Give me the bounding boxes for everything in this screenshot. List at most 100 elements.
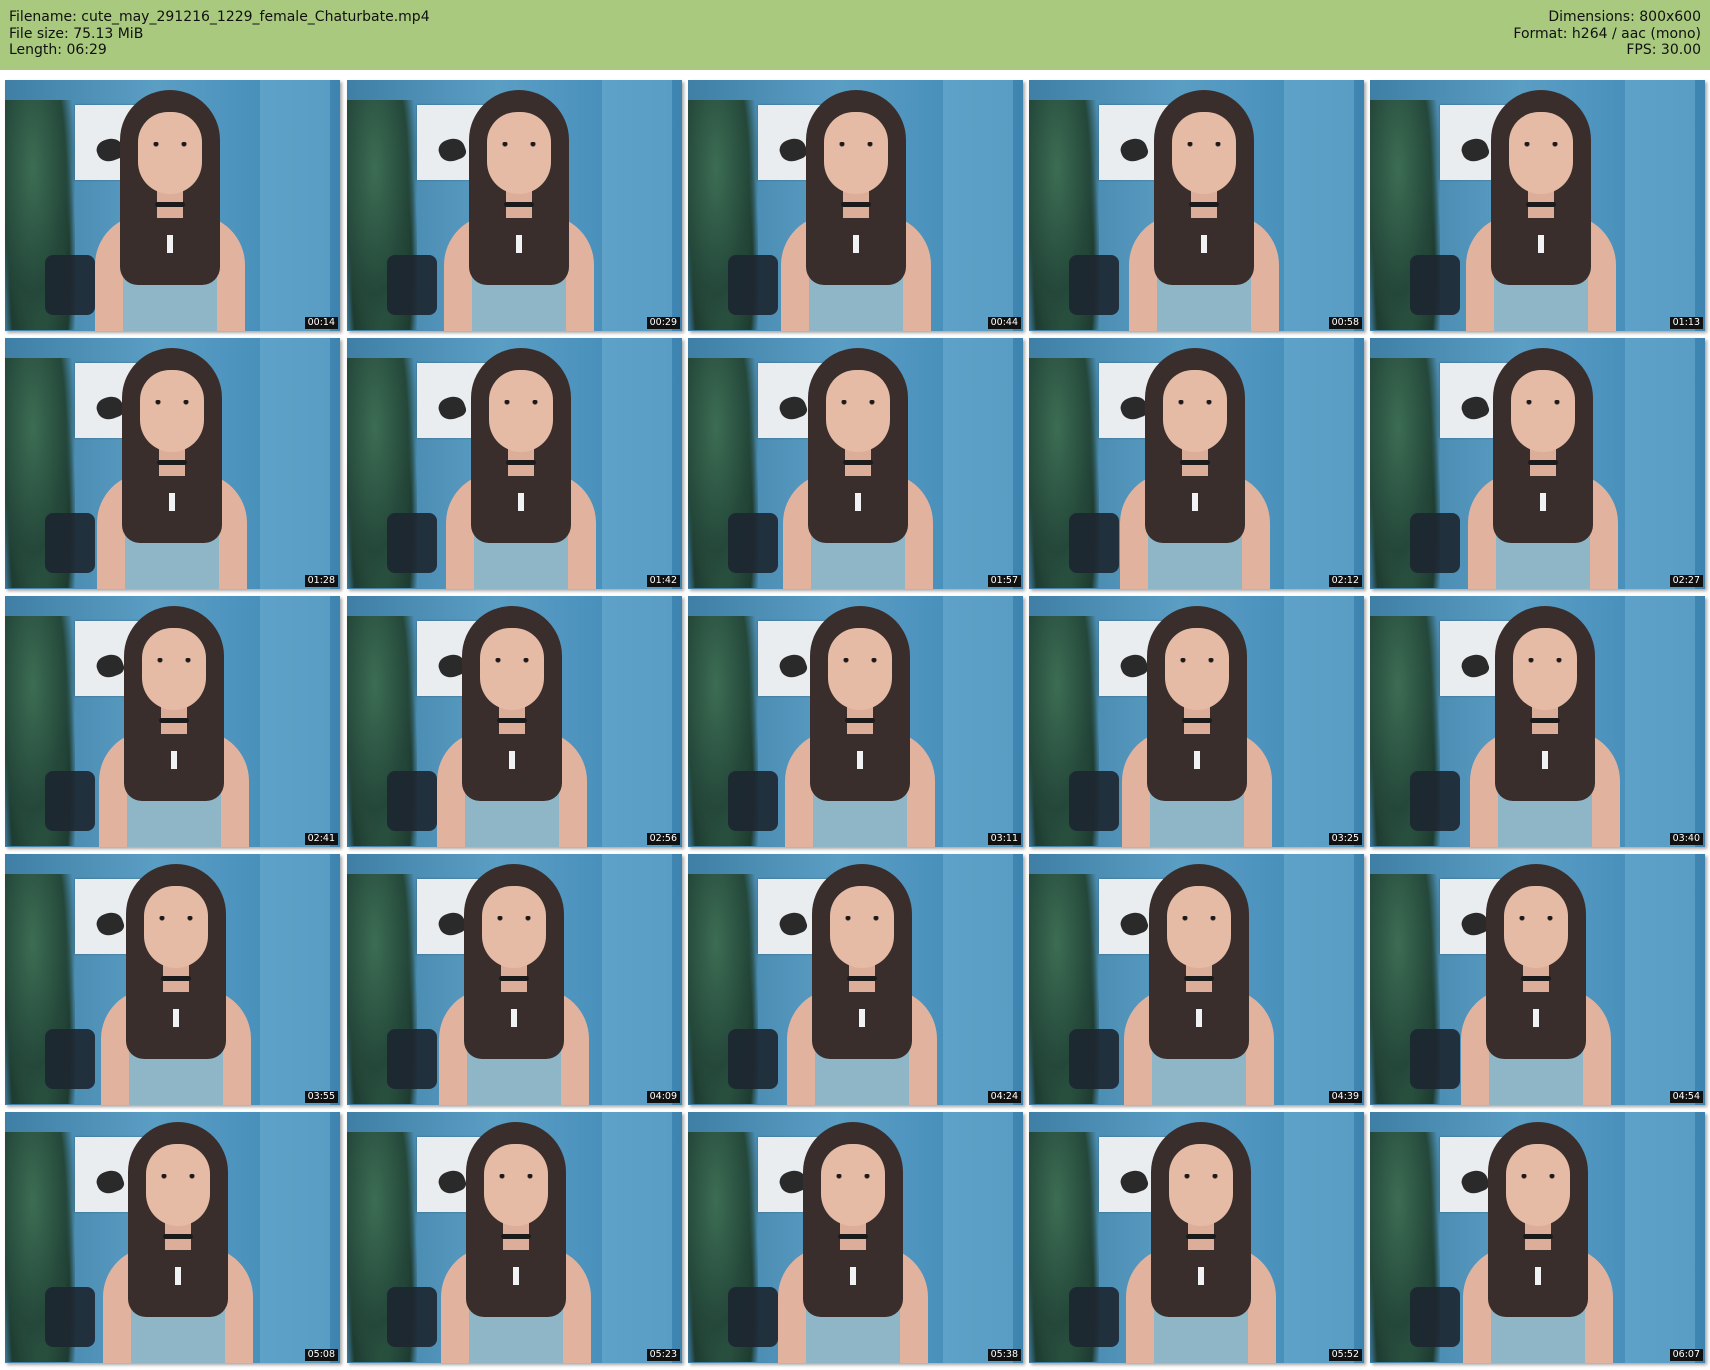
face-shape (830, 886, 894, 968)
timestamp-label: 00:14 (304, 317, 338, 329)
person-silhouette (1129, 90, 1279, 331)
thumbnail-frame: 01:42 (347, 338, 682, 589)
person-silhouette (1461, 864, 1611, 1105)
pendant-shape (1533, 1009, 1539, 1027)
chair-shape (728, 255, 778, 315)
eyes-shape (158, 1174, 198, 1179)
timestamp-label: 05:23 (646, 1349, 680, 1361)
pendant-shape (516, 235, 522, 253)
pendant-shape (509, 751, 515, 769)
pendant-shape (1538, 235, 1544, 253)
chair-shape (1069, 771, 1119, 831)
chair-shape (387, 1287, 437, 1347)
timestamp-label: 03:11 (987, 833, 1021, 845)
frame-wall-strip (1625, 854, 1695, 1105)
eyes-shape (840, 658, 880, 663)
eyes-shape (1181, 1174, 1221, 1179)
person-silhouette (785, 606, 935, 847)
chair-shape (728, 513, 778, 573)
thumbnail-frame: 00:44 (688, 80, 1023, 331)
timestamp-label: 03:55 (304, 1091, 338, 1103)
pendant-shape (857, 751, 863, 769)
chair-shape (45, 513, 95, 573)
timestamp-label: 00:44 (987, 317, 1021, 329)
person-silhouette (95, 90, 245, 331)
face-shape (1165, 628, 1229, 710)
pendant-shape (1198, 1267, 1204, 1285)
pendant-shape (171, 751, 177, 769)
face-shape (826, 370, 890, 452)
face-shape (1163, 370, 1227, 452)
face-shape (1511, 370, 1575, 452)
choker-shape (163, 1234, 193, 1239)
choker-shape (1182, 718, 1212, 723)
thumbnail-frame: 03:55 (5, 854, 340, 1105)
thumbnail-frame: 04:09 (347, 854, 682, 1105)
choker-shape (1189, 202, 1219, 207)
choker-shape (1186, 1234, 1216, 1239)
frame-wall-strip (1625, 80, 1695, 331)
face-shape (1172, 112, 1236, 194)
thumbnail-frame: 02:12 (1029, 338, 1364, 589)
thumbnail-frame: 00:14 (5, 80, 340, 331)
person-silhouette (97, 348, 247, 589)
timestamp-label: 00:29 (646, 317, 680, 329)
frame-wall-strip (943, 80, 1013, 331)
frame-wall-strip (260, 596, 330, 847)
frame-wall-strip (1284, 1112, 1354, 1363)
chair-shape (45, 771, 95, 831)
choker-shape (501, 1234, 531, 1239)
timestamp-label: 05:38 (987, 1349, 1021, 1361)
face-shape (146, 1144, 210, 1226)
timestamp-label: 03:40 (1669, 833, 1703, 845)
chair-shape (1410, 771, 1460, 831)
choker-shape (1526, 202, 1556, 207)
thumbnail-frame: 06:07 (1370, 1112, 1705, 1363)
chair-shape (728, 1287, 778, 1347)
thumbnail-frame: 05:52 (1029, 1112, 1364, 1363)
pendant-shape (1192, 493, 1198, 511)
pendant-shape (1201, 235, 1207, 253)
choker-shape (1528, 460, 1558, 465)
eyes-shape (1175, 400, 1215, 405)
choker-shape (1530, 718, 1560, 723)
pendant-shape (1542, 751, 1548, 769)
timestamp-label: 04:54 (1669, 1091, 1703, 1103)
eyes-shape (838, 400, 878, 405)
person-silhouette (1124, 864, 1274, 1105)
eyes-shape (150, 142, 190, 147)
thumbnail-frame: 02:27 (1370, 338, 1705, 589)
choker-shape (1521, 976, 1551, 981)
choker-shape (845, 718, 875, 723)
person-silhouette (437, 606, 587, 847)
eyes-shape (1521, 142, 1561, 147)
timestamp-label: 02:27 (1669, 575, 1703, 587)
face-shape (1513, 628, 1577, 710)
chair-shape (1069, 513, 1119, 573)
eyes-shape (1184, 142, 1224, 147)
frame-wall-strip (1625, 1112, 1695, 1363)
person-silhouette (783, 348, 933, 589)
chair-shape (387, 771, 437, 831)
pendant-shape (853, 235, 859, 253)
eyes-shape (501, 400, 541, 405)
eyes-shape (1177, 658, 1217, 663)
thumbnail-frame: 03:11 (688, 596, 1023, 847)
thumbnail-frame: 04:39 (1029, 854, 1364, 1105)
face-shape (1506, 1144, 1570, 1226)
frame-wall-strip (943, 596, 1013, 847)
thumbnail-frame: 01:57 (688, 338, 1023, 589)
face-shape (487, 112, 551, 194)
person-silhouette (444, 90, 594, 331)
face-shape (1167, 886, 1231, 968)
thumbnail-frame: 00:58 (1029, 80, 1364, 331)
eyes-shape (1518, 1174, 1558, 1179)
person-silhouette (1466, 90, 1616, 331)
frame-wall-strip (260, 80, 330, 331)
eyes-shape (1179, 916, 1219, 921)
face-shape (821, 1144, 885, 1226)
timestamp-label: 06:07 (1669, 1349, 1703, 1361)
pendant-shape (175, 1267, 181, 1285)
chair-shape (1410, 1029, 1460, 1089)
eyes-shape (833, 1174, 873, 1179)
